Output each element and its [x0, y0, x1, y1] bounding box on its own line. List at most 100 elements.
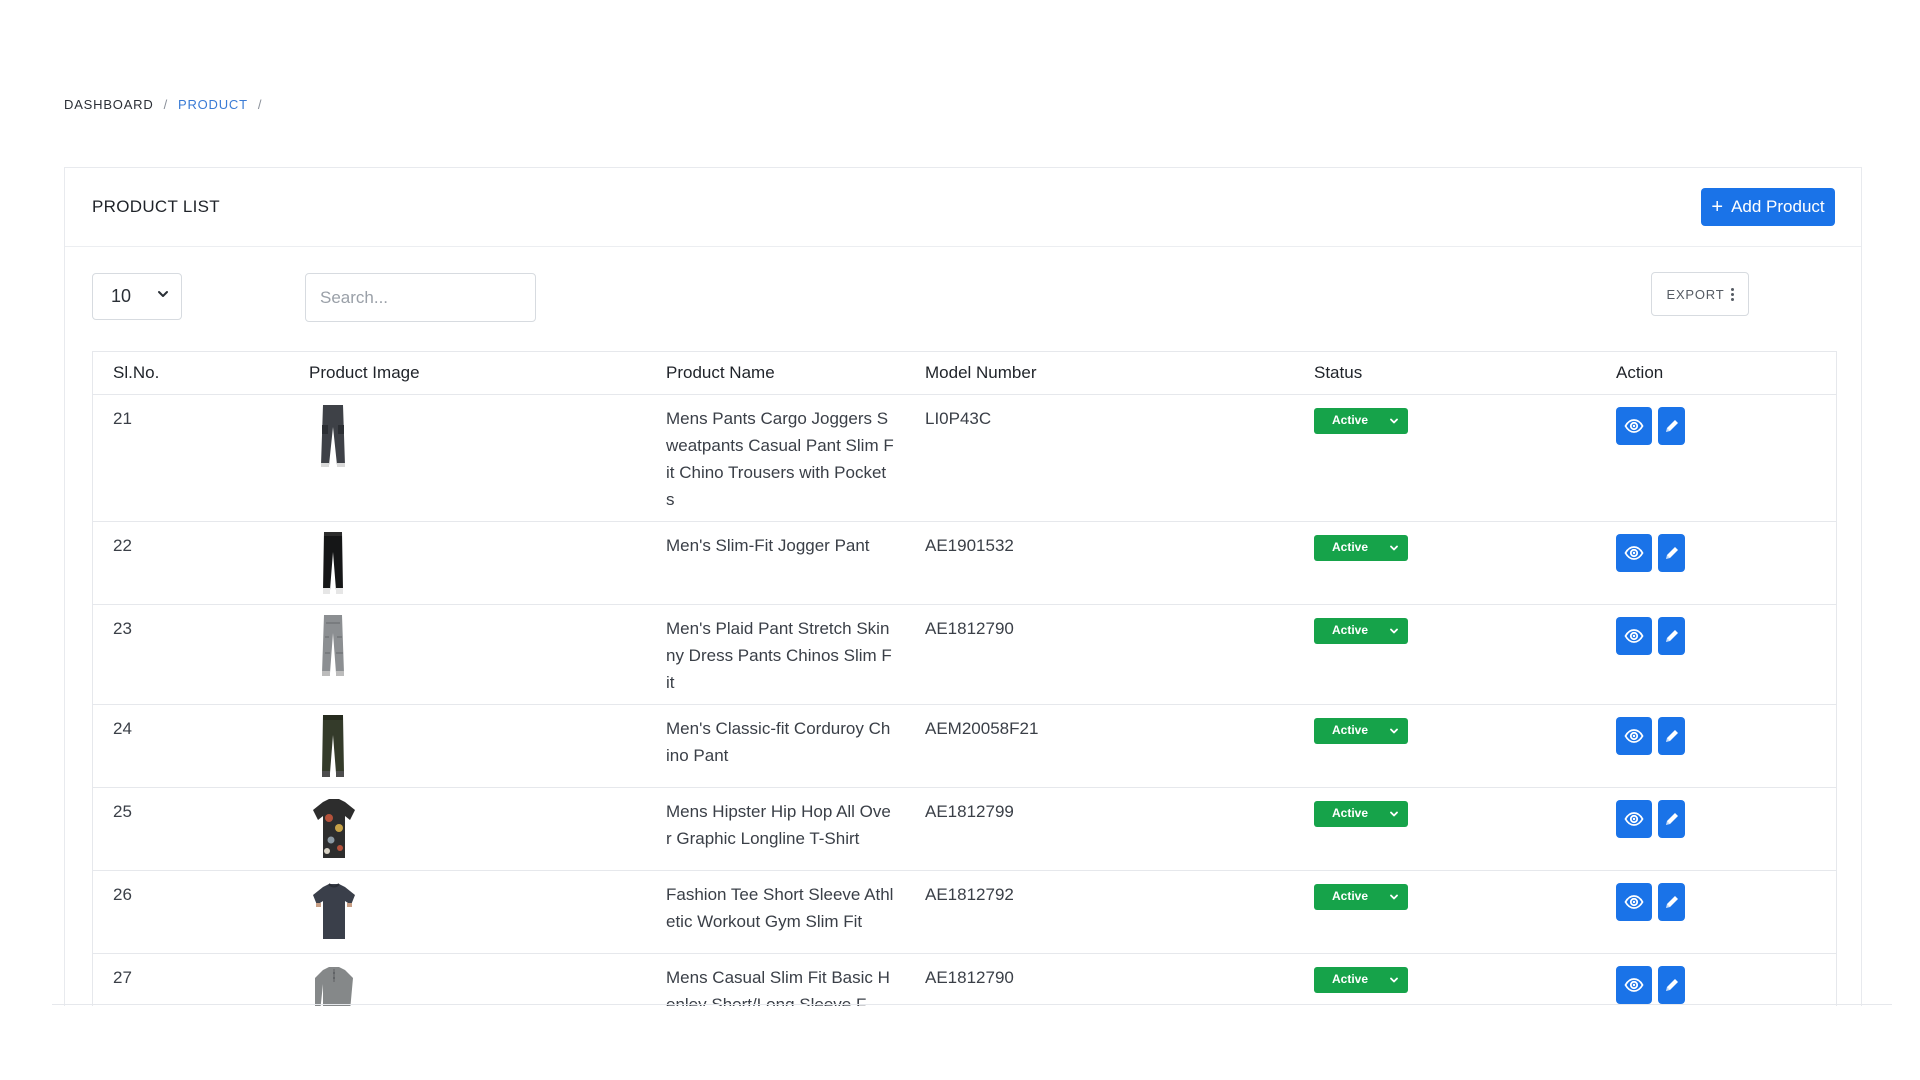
status-dropdown[interactable]: Active: [1314, 407, 1408, 434]
cell-product-image: [289, 604, 646, 705]
sl-no-value: 23: [113, 619, 132, 638]
model-number-value: AE1812799: [925, 802, 1014, 821]
view-button[interactable]: [1616, 966, 1652, 1004]
card-header: PRODUCT LIST + Add Product: [65, 168, 1861, 247]
eye-icon: [1624, 546, 1644, 560]
product-name-value: Men's Plaid Pant Stretch Skinny Dress Pa…: [666, 619, 892, 692]
cell-product-image: [289, 521, 646, 605]
status-dropdown[interactable]: Active: [1314, 717, 1408, 744]
pencil-icon: [1665, 420, 1678, 432]
view-button[interactable]: [1616, 407, 1652, 445]
status-dropdown[interactable]: Active: [1314, 966, 1408, 993]
model-number-value: AE1812790: [925, 968, 1014, 987]
cell-action: [1596, 953, 1836, 1006]
edit-button[interactable]: [1658, 717, 1685, 755]
cell-product-name: Men's Classic-fit Corduroy Chino Pant: [646, 704, 905, 788]
edit-button[interactable]: [1658, 407, 1685, 445]
cell-product-name: Mens Pants Cargo Joggers Sweatpants Casu…: [646, 394, 905, 522]
breadcrumb-separator: /: [163, 97, 168, 112]
column-header-status[interactable]: Status: [1294, 352, 1596, 395]
column-header-model-number[interactable]: Model Number: [905, 352, 1294, 395]
status-label: Active: [1332, 540, 1369, 554]
status-dropdown[interactable]: Active: [1314, 883, 1408, 910]
eye-icon: [1624, 419, 1644, 433]
status-dropdown[interactable]: Active: [1314, 800, 1408, 827]
cell-status: Active: [1294, 704, 1596, 788]
cell-model-number: AE1812799: [905, 787, 1294, 871]
cell-product-name: Fashion Tee Short Sleeve Athletic Workou…: [646, 870, 905, 954]
cell-action: [1596, 604, 1836, 705]
model-number-value: AEM20058F21: [925, 719, 1039, 738]
eye-icon: [1624, 978, 1644, 992]
cell-product-image: [289, 394, 646, 522]
chevron-down-icon: [1390, 418, 1398, 423]
cell-product-name: Men's Plaid Pant Stretch Skinny Dress Pa…: [646, 604, 905, 705]
table-row: 22 Men's Slim-Fit Jogger Pant AE1901532 …: [93, 521, 1836, 605]
page-size-select[interactable]: 10: [92, 273, 182, 320]
cell-action: [1596, 704, 1836, 788]
breadcrumb-dashboard[interactable]: DASHBOARD: [64, 97, 154, 112]
edit-button[interactable]: [1658, 617, 1685, 655]
cell-action: [1596, 787, 1836, 871]
product-name-value: Men's Slim-Fit Jogger Pant: [666, 536, 870, 555]
product-name-value: Mens Casual Slim Fit Basic Henley Short/…: [666, 968, 890, 1006]
cell-action: [1596, 870, 1836, 954]
product-name-value: Men's Classic-fit Corduroy Chino Pant: [666, 719, 891, 765]
page-title: PRODUCT LIST: [92, 197, 220, 216]
cell-sl-no: 26: [93, 870, 289, 954]
view-button[interactable]: [1616, 800, 1652, 838]
eye-icon: [1624, 812, 1644, 826]
cell-sl-no: 23: [93, 604, 289, 705]
column-header-product-name[interactable]: Product Name: [646, 352, 905, 395]
pencil-icon: [1665, 630, 1678, 642]
cell-model-number: AEM20058F21: [905, 704, 1294, 788]
sl-no-value: 22: [113, 536, 132, 555]
sl-no-value: 26: [113, 885, 132, 904]
product-name-value: Fashion Tee Short Sleeve Athletic Workou…: [666, 885, 894, 931]
status-dropdown[interactable]: Active: [1314, 534, 1408, 561]
edit-button[interactable]: [1658, 966, 1685, 1004]
view-button[interactable]: [1616, 883, 1652, 921]
export-label: EXPORT: [1666, 286, 1725, 302]
search-input[interactable]: [305, 273, 536, 322]
edit-button[interactable]: [1658, 800, 1685, 838]
chevron-down-icon: [1390, 977, 1398, 982]
column-header-product-image[interactable]: Product Image: [289, 352, 646, 395]
product-image-graphic-tshirt: [309, 796, 646, 862]
cell-product-image: [289, 953, 646, 1006]
cell-action: [1596, 394, 1836, 522]
status-dropdown[interactable]: Active: [1314, 617, 1408, 644]
product-image-cargo-jogger-pants: [309, 403, 646, 469]
pencil-icon: [1665, 730, 1678, 742]
view-button[interactable]: [1616, 717, 1652, 755]
chevron-down-icon: [158, 291, 168, 297]
add-product-label: Add Product: [1731, 197, 1825, 216]
model-number-value: AE1812790: [925, 619, 1014, 638]
add-product-button[interactable]: + Add Product: [1701, 188, 1835, 226]
export-button[interactable]: EXPORT: [1651, 272, 1749, 316]
chevron-down-icon: [1390, 628, 1398, 633]
model-number-value: LI0P43C: [925, 409, 992, 428]
cell-model-number: AE1812790: [905, 953, 1294, 1006]
edit-button[interactable]: [1658, 534, 1685, 572]
page-divider: [52, 1004, 1892, 1005]
view-button[interactable]: [1616, 534, 1652, 572]
edit-button[interactable]: [1658, 883, 1685, 921]
sl-no-value: 24: [113, 719, 132, 738]
table-controls: 10 EXPORT: [65, 247, 1861, 351]
view-button[interactable]: [1616, 617, 1652, 655]
breadcrumb-product[interactable]: PRODUCT: [178, 97, 248, 112]
pencil-icon: [1665, 813, 1678, 825]
cell-product-image: [289, 787, 646, 871]
cell-sl-no: 24: [93, 704, 289, 788]
cell-product-name: Men's Slim-Fit Jogger Pant: [646, 521, 905, 605]
cell-product-image: [289, 870, 646, 954]
cell-status: Active: [1294, 521, 1596, 605]
cell-status: Active: [1294, 394, 1596, 522]
cell-action: [1596, 521, 1836, 605]
chevron-down-icon: [1390, 545, 1398, 550]
cell-sl-no: 27: [93, 953, 289, 1006]
column-header-sl-no[interactable]: Sl.No.: [93, 352, 289, 395]
status-label: Active: [1332, 889, 1369, 903]
eye-icon: [1624, 629, 1644, 643]
